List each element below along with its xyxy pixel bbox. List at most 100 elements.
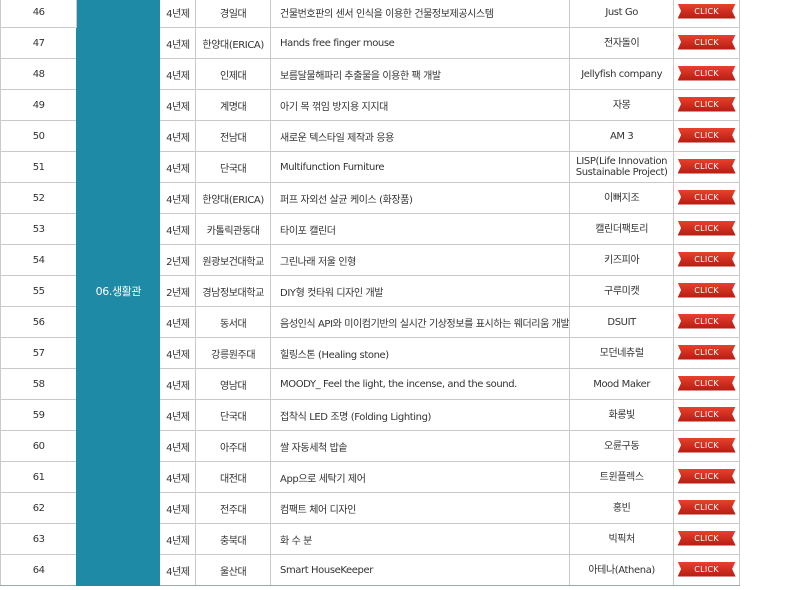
click-button[interactable]: CLICK: [677, 468, 736, 484]
project-title-cell: 그린나래 저울 인형: [270, 244, 571, 276]
team-cell: AM 3: [569, 120, 674, 152]
project-title-cell: 타이포 캘린더: [270, 213, 571, 245]
school-cell: 인제대: [195, 58, 272, 90]
click-button[interactable]: CLICK: [677, 251, 736, 267]
project-title-cell: DIY형 컷타워 디자인 개발: [270, 275, 571, 307]
project-title-cell: 화 수 분: [270, 523, 571, 555]
click-button[interactable]: CLICK: [677, 437, 736, 453]
school-cell: 카톨릭관동대: [195, 213, 272, 245]
button-cell: CLICK: [672, 213, 741, 245]
project-title-cell: 컴팩트 체어 디자인: [270, 492, 571, 524]
project-title-cell: 보름달물해파리 추출물을 이용한 팩 개발: [270, 58, 571, 90]
row-number: 47: [0, 27, 78, 59]
project-title-cell: Hands free finger mouse: [270, 27, 571, 59]
category-cell: 06.생활관: [76, 0, 161, 586]
click-button[interactable]: CLICK: [677, 375, 736, 391]
button-cell: CLICK: [672, 58, 741, 90]
row-number: 51: [0, 151, 78, 183]
grade-cell: 4년제: [159, 58, 197, 90]
team-cell: 자몽: [569, 89, 674, 121]
click-button[interactable]: CLICK: [677, 282, 736, 298]
click-button[interactable]: CLICK: [677, 3, 736, 19]
team-cell: DSUIT: [569, 306, 674, 338]
button-cell: CLICK: [672, 27, 741, 59]
team-cell: 트윈플렉스: [569, 461, 674, 493]
click-button[interactable]: CLICK: [677, 561, 736, 577]
button-cell: CLICK: [672, 306, 741, 338]
click-button[interactable]: CLICK: [677, 189, 736, 205]
school-cell: 동서대: [195, 306, 272, 338]
click-button[interactable]: CLICK: [677, 220, 736, 236]
button-cell: CLICK: [672, 430, 741, 462]
row-number: 64: [0, 554, 78, 586]
grade-cell: 2년제: [159, 244, 197, 276]
button-cell: CLICK: [672, 151, 741, 183]
row-number: 62: [0, 492, 78, 524]
click-button[interactable]: CLICK: [677, 127, 736, 143]
project-title-cell: Multifunction Furniture: [270, 151, 571, 183]
team-cell: 홍빈: [569, 492, 674, 524]
team-cell: 키즈피아: [569, 244, 674, 276]
button-cell: CLICK: [672, 399, 741, 431]
team-cell: Jellyfish company: [569, 58, 674, 90]
team-cell: 화롱빛: [569, 399, 674, 431]
row-number: 55: [0, 275, 78, 307]
button-cell: CLICK: [672, 368, 741, 400]
team-cell: 전자돌이: [569, 27, 674, 59]
button-cell: CLICK: [672, 0, 741, 28]
school-cell: 영남대: [195, 368, 272, 400]
click-button[interactable]: CLICK: [677, 530, 736, 546]
click-button[interactable]: CLICK: [677, 499, 736, 515]
project-title-cell: 아기 목 꺾임 방지용 지지대: [270, 89, 571, 121]
project-title-cell: 건물번호판의 센서 인식을 이용한 건물정보제공시스템: [270, 0, 571, 28]
grade-cell: 2년제: [159, 275, 197, 307]
grade-cell: 4년제: [159, 430, 197, 462]
row-number: 53: [0, 213, 78, 245]
button-cell: CLICK: [672, 523, 741, 555]
grade-cell: 4년제: [159, 182, 197, 214]
school-cell: 원광보건대학교: [195, 244, 272, 276]
click-button[interactable]: CLICK: [677, 65, 736, 81]
grade-cell: 4년제: [159, 120, 197, 152]
button-cell: CLICK: [672, 182, 741, 214]
team-cell: Just Go: [569, 0, 674, 28]
school-cell: 경일대: [195, 0, 272, 28]
project-title-cell: 퍼프 자외선 살균 케이스 (화장품): [270, 182, 571, 214]
project-title-cell: 새로운 텍스타일 제작과 응용: [270, 120, 571, 152]
team-cell: 빅픽처: [569, 523, 674, 555]
project-title-cell: MOODY_ Feel the light, the incense, and …: [270, 368, 571, 400]
row-number: 60: [0, 430, 78, 462]
grade-cell: 4년제: [159, 492, 197, 524]
click-button[interactable]: CLICK: [677, 313, 736, 329]
team-cell: 아테나(Athena): [569, 554, 674, 586]
click-button[interactable]: CLICK: [677, 344, 736, 360]
row-number: 59: [0, 399, 78, 431]
school-cell: 계명대: [195, 89, 272, 121]
team-cell: 캘린더팩토리: [569, 213, 674, 245]
button-cell: CLICK: [672, 337, 741, 369]
row-number: 54: [0, 244, 78, 276]
school-cell: 울산대: [195, 554, 272, 586]
button-cell: CLICK: [672, 492, 741, 524]
button-cell: CLICK: [672, 275, 741, 307]
click-button[interactable]: CLICK: [677, 406, 736, 422]
button-cell: CLICK: [672, 461, 741, 493]
project-title-cell: 힐링스톤 (Healing stone): [270, 337, 571, 369]
row-number: 50: [0, 120, 78, 152]
project-title-cell: 음성인식 API와 미이컴기반의 실시간 기상정보를 표시하는 웨더리움 개발: [270, 306, 571, 338]
row-number: 57: [0, 337, 78, 369]
button-cell: CLICK: [672, 554, 741, 586]
project-title-cell: Smart HouseKeeper: [270, 554, 571, 586]
grade-cell: 4년제: [159, 523, 197, 555]
grade-cell: 4년제: [159, 337, 197, 369]
grade-cell: 4년제: [159, 368, 197, 400]
click-button[interactable]: CLICK: [677, 96, 736, 112]
click-button[interactable]: CLICK: [677, 158, 736, 174]
grade-cell: 4년제: [159, 399, 197, 431]
row-number: 56: [0, 306, 78, 338]
row-number: 48: [0, 58, 78, 90]
row-number: 46: [0, 0, 78, 28]
grade-cell: 4년제: [159, 213, 197, 245]
team-cell: 오륜구동: [569, 430, 674, 462]
click-button[interactable]: CLICK: [677, 34, 736, 50]
